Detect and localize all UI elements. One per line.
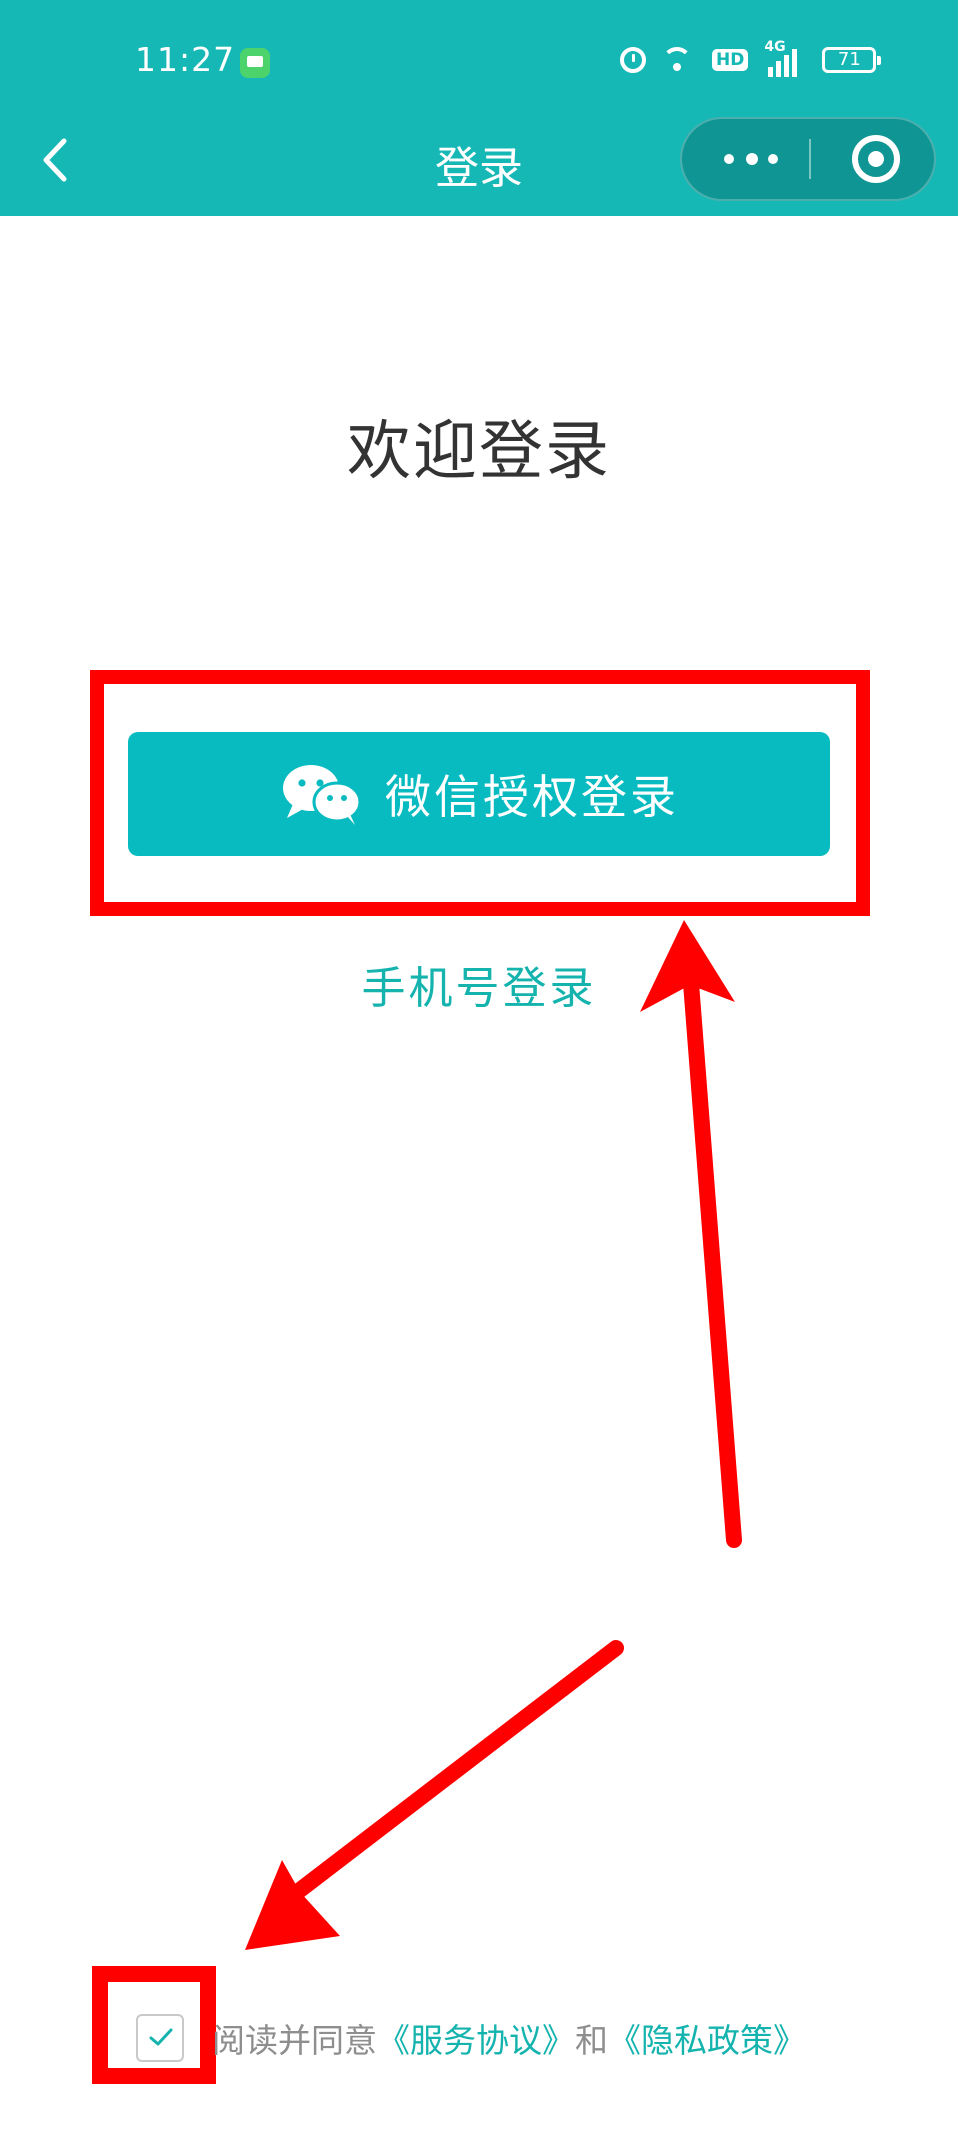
battery-icon: 71 <box>822 47 882 73</box>
phone-login-link[interactable]: 手机号登录 <box>0 952 958 1016</box>
battery-level: 71 <box>837 49 861 70</box>
more-icon[interactable] <box>722 119 780 199</box>
privacy-policy-link[interactable]: 《隐私政策》 <box>608 2014 806 2062</box>
annotation-arrow-up-shaft <box>682 962 742 1548</box>
signal-bars <box>768 49 798 77</box>
signal-icon: 4G <box>764 39 806 77</box>
wechat-login-label: 微信授权登录 <box>385 770 679 824</box>
checkmark-icon <box>149 2028 173 2046</box>
status-icons: HD 4G 71 <box>620 39 882 78</box>
status-time: 11:27 <box>135 40 236 79</box>
welcome-title: 欢迎登录 <box>347 415 611 489</box>
hd-badge: HD <box>712 49 749 71</box>
alarm-icon <box>620 47 646 73</box>
wechat-login-button[interactable]: 微信授权登录 <box>128 732 830 856</box>
login-page: 11:27 HD 4G 71 登录 欢迎登录 微信授权登录 手机号登录 阅读并同… <box>0 0 958 2130</box>
annotation-arrow-down-shaft <box>292 1640 624 1898</box>
agreement-checkbox[interactable] <box>136 2014 184 2062</box>
wifi-icon <box>662 45 696 75</box>
target-icon[interactable] <box>852 135 900 183</box>
agreement-conjunction: 和 <box>575 2021 608 2060</box>
wechat-icon <box>283 765 362 825</box>
message-app-icon <box>240 48 270 78</box>
service-agreement-link[interactable]: 《服务协议》 <box>377 2014 575 2062</box>
app-header: 11:27 HD 4G 71 登录 <box>0 0 958 216</box>
agreement-prefix: 阅读并同意 <box>212 2021 377 2060</box>
capsule-divider <box>809 139 811 179</box>
agreement-text: 阅读并同意 《服务协议》 和 《隐私政策》 <box>212 2014 806 2062</box>
annotation-arrows <box>245 920 742 1950</box>
annotation-arrow-down-head <box>245 1860 340 1950</box>
mini-program-capsule <box>680 117 936 201</box>
